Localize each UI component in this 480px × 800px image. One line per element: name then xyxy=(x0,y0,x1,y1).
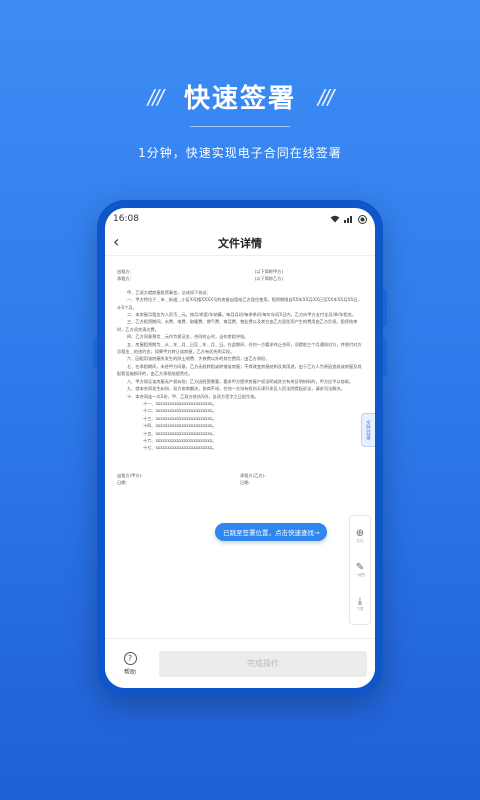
contract-paragraph: 五、房屋租赁期为＿从＿年＿月＿日至＿年＿月＿日。在此期间，任何一方要求终止合同，… xyxy=(117,341,362,355)
stamp-icon: ✎ xyxy=(355,562,365,573)
promo-headline: /// 快速签署 /// xyxy=(0,78,480,115)
contract-paragraph: 四、乙方同意预交＿元作为保证金，合同终止时，当作房租冲抵。 xyxy=(127,334,249,340)
phone-side-button xyxy=(383,290,387,326)
contract-paragraph: 二、本房屋月租金为人民币＿元，按月/季度/年结算。每月月初/每季季初/每年年初X… xyxy=(127,312,357,318)
clause-item: 十六、xxxxxxxxxxxxxxxxxxxxxxxx。 xyxy=(143,437,217,443)
nav-bar: ‹ 文件详情 xyxy=(105,230,375,256)
document-outline-tab[interactable]: 文件目录 xyxy=(361,413,375,447)
signature-block: 出租方(甲方): 日期: 承租方(乙方): 日期: xyxy=(117,472,363,487)
sign-a-date: 日期: xyxy=(117,480,127,486)
clause-item: 十三、xxxxxxxxxxxxxxxxxxxxxxxx。 xyxy=(143,415,217,421)
contract-paragraph: 十、本合同连一式X份，甲、乙双方各执X份，自双方签字之日起生效。 xyxy=(127,393,259,399)
page-title: 文件详情 xyxy=(218,236,262,250)
contract-paragraph: 六、因租用该房屋所发生的除土地费、大修费以外的其它费用，由乙方承担。 xyxy=(127,356,270,362)
clause-item: 十一、xxxxxxxxxxxxxxxxxxxxxxxx。 xyxy=(143,400,217,406)
help-label: 帮助 xyxy=(123,668,136,676)
title-divider xyxy=(190,126,290,127)
phone-side-button xyxy=(383,340,387,376)
status-time: 16:08 xyxy=(113,214,139,224)
party-b-label: 承租方： xyxy=(117,276,134,282)
sign-b-date: 日期: xyxy=(240,480,250,486)
contract-paragraph: 七、在承租期间，未经甲方同意，乙方无权转租或转借该房屋；不得改变房屋结构及其用途… xyxy=(117,363,362,377)
sign-b-label: 承租方(乙方): xyxy=(240,472,266,478)
chevron-left-icon[interactable]: ‹ xyxy=(113,232,119,251)
side-toolbar: ⊕ 定位 ✎ 一键签 ⤓ 下载 xyxy=(349,515,371,625)
wifi-icon xyxy=(330,215,340,223)
phone-side-button xyxy=(93,340,97,368)
signal-icon xyxy=(344,216,352,223)
contract-paragraph: 三、乙方租赁期间，水费、电费、取暖费、燃气费、电话费、物业费以及其它由乙方居住而… xyxy=(117,319,358,332)
sign-a-label: 出租方(甲方): xyxy=(117,472,143,478)
contract-paragraph: 九、就本合同发生纠纷，双方协商解决，协商不成，任何一方均有权向天津开发区人民法院… xyxy=(127,386,345,392)
download-icon: ⤓ xyxy=(357,596,363,607)
clause-list: 十一、xxxxxxxxxxxxxxxxxxxxxxxx。 十二、xxxxxxxx… xyxy=(117,400,363,452)
download-button[interactable]: ⤓ 下载 xyxy=(357,596,364,612)
clause-item: 十二、xxxxxxxxxxxxxxxxxxxxxxxx。 xyxy=(143,408,217,414)
slashes-right: /// xyxy=(318,84,334,109)
party-a-label: 出租方： xyxy=(117,269,134,274)
party-a-value: (以下简称甲方) xyxy=(254,269,283,274)
clause-item: 十七、xxxxxxxxxxxxxxxxxxxxxxxx。 xyxy=(143,445,217,451)
tool-label: 定位 xyxy=(356,539,364,543)
bottom-bar: ? 帮助 完成操作 xyxy=(105,638,375,688)
party-b-value: (以下简称乙方) xyxy=(254,276,283,282)
contract-paragraph: 一、甲方将位于＿市＿街道＿小区X号楼XXXX号的房屋出租给乙方居住使用，租赁期限… xyxy=(117,297,362,310)
status-bar: 16:08 xyxy=(105,208,375,230)
clause-item: 十五、xxxxxxxxxxxxxxxxxxxxxxxx。 xyxy=(143,430,217,436)
contract-paragraph: 甲、乙双方就房屋租赁事宜，达成如下协议： xyxy=(127,289,211,295)
contract-paragraph: 八、甲方保证该房屋无产权纠纷；乙方因经营需要，要求甲方提供房屋产权证明或其它有关… xyxy=(127,378,354,384)
party-b-row: 承租方： (以下简称乙方) xyxy=(117,275,363,282)
tool-label: 下载 xyxy=(356,607,364,611)
slashes-left: /// xyxy=(147,84,164,109)
promo-title: 快速签署 xyxy=(183,84,296,114)
locate-button[interactable]: ⊕ 定位 xyxy=(356,528,364,544)
locate-icon: ⊕ xyxy=(355,528,365,539)
question-icon: ? xyxy=(123,651,137,665)
status-icons xyxy=(330,214,367,224)
help-button[interactable]: ? 帮助 xyxy=(113,651,147,676)
complete-button[interactable]: 完成操作 xyxy=(159,650,367,677)
promo-subtitle: 1分钟，快速实现电子合同在线签署 xyxy=(138,146,342,160)
party-a-row: 出租方： (以下简称甲方) xyxy=(117,268,363,275)
quick-sign-button[interactable]: ✎ 一键签 xyxy=(355,562,366,578)
contract-document[interactable]: 出租方： (以下简称甲方) 承租方： (以下简称乙方) 甲、乙双方就房屋租赁事宜… xyxy=(105,262,375,638)
battery-icon xyxy=(358,214,367,224)
phone-frame: 16:08 ‹ 文件详情 出租方： (以下简称甲方) 承租方： (以下简称乙方)… xyxy=(93,200,387,696)
phone-screen: 16:08 ‹ 文件详情 出租方： (以下简称甲方) 承租方： (以下简称乙方)… xyxy=(105,208,375,688)
tool-label: 一键签 xyxy=(354,573,366,577)
clause-item: 十四、xxxxxxxxxxxxxxxxxxxxxxxx。 xyxy=(143,423,217,429)
signature-locate-hint[interactable]: 已跳至签署位置，点击快速查找→ xyxy=(215,523,328,541)
